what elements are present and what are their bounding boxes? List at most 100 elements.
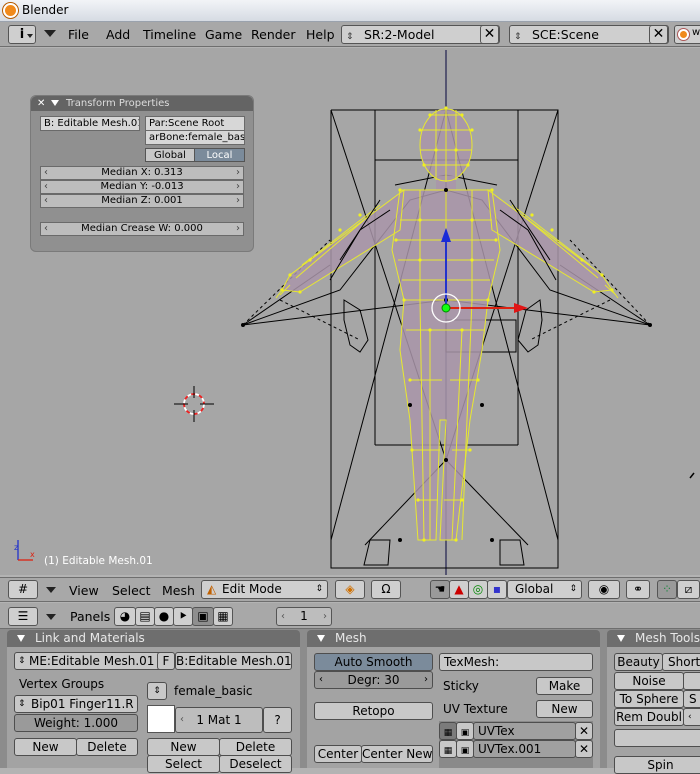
snap-selector[interactable]: ◉	[588, 580, 620, 599]
vgroup-delete-button[interactable]: Delete	[76, 738, 138, 756]
parent-bone-field[interactable]: arBone:female_basic	[145, 130, 245, 145]
menu-help[interactable]: Help	[306, 27, 335, 42]
material-help-button[interactable]: ?	[263, 707, 292, 733]
spin-button[interactable]: Spin	[614, 756, 700, 774]
decrement-arrow-icon[interactable]: ‹	[180, 708, 184, 732]
edge-select-mode[interactable]: ⧄	[677, 580, 700, 599]
center-new-button[interactable]: Center New	[361, 745, 433, 763]
script-context-button[interactable]: ▤	[135, 607, 155, 626]
decrement-arrow-icon[interactable]: ‹	[319, 672, 323, 688]
hide-button[interactable]	[683, 672, 700, 690]
link-toggle[interactable]: ⚭	[626, 580, 650, 599]
collapse-header-icon[interactable]	[46, 587, 56, 593]
material-delete-button[interactable]: Delete	[219, 738, 292, 756]
logic-context-button[interactable]: ◕	[114, 607, 136, 626]
median-y-field[interactable]: Median Y: -0.013	[40, 180, 244, 194]
3d-window-type-button[interactable]: #	[8, 580, 38, 599]
translate-manipulator-toggle[interactable]: ▲	[449, 580, 469, 599]
object-context-button[interactable]: ⯈	[173, 607, 193, 626]
vertex-select-mode[interactable]: ⁘	[657, 580, 677, 599]
decrement-arrow-icon[interactable]: ‹	[281, 608, 285, 625]
menu-timeline[interactable]: Timeline	[143, 27, 196, 42]
object-datablock-field[interactable]: B:Editable Mesh.01	[175, 652, 292, 670]
rem-doubl-button[interactable]: Rem Doubl	[614, 708, 684, 726]
parent-field[interactable]: Par:Scene Root	[145, 116, 245, 131]
rotate-manipulator-toggle[interactable]: ◎	[468, 580, 488, 599]
sticky-make-button[interactable]: Make	[536, 677, 593, 695]
panels-menu[interactable]: Panels	[70, 609, 110, 624]
material-color-swatch[interactable]	[147, 705, 175, 733]
uvtex001-active-toggle[interactable]: ▦	[439, 740, 457, 758]
buttons-window-type-button[interactable]: ☰	[8, 607, 38, 626]
frame-field[interactable]: ‹ 1 ›	[276, 607, 332, 626]
link-materials-panel-header[interactable]: Link and Materials	[7, 630, 300, 647]
menu-select[interactable]: Select	[112, 583, 151, 598]
close-panel-icon[interactable]: ✕	[37, 96, 45, 111]
menu-file[interactable]: File	[68, 27, 89, 42]
weight-slider[interactable]: Weight: 1.000	[14, 714, 138, 732]
uvtex001-name-field[interactable]: UVTex.001	[473, 740, 576, 758]
menu-game[interactable]: Game	[205, 27, 242, 42]
limit-field[interactable]: ‹	[683, 708, 700, 726]
center-button[interactable]: Center	[314, 745, 362, 763]
mode-selector[interactable]: ◭ Edit Mode ⇕	[201, 580, 328, 599]
screen-delete-button[interactable]: ✕	[480, 25, 499, 44]
renderer-selector[interactable]: w	[674, 25, 700, 44]
retopo-toggle[interactable]: Retopo	[314, 702, 433, 720]
beauty-toggle[interactable]: Beauty	[614, 653, 663, 671]
shading-selector[interactable]: ◈	[335, 580, 365, 599]
uvtex-delete-button[interactable]: ✕	[575, 722, 593, 740]
shading-context-button[interactable]: ●	[154, 607, 174, 626]
scene-selector[interactable]: ⇕ SCE:Scene ✕	[509, 25, 669, 44]
unlabeled-tool-button[interactable]	[614, 729, 700, 747]
material-select-button[interactable]: Select	[147, 755, 220, 773]
material-new-button[interactable]: New	[147, 738, 220, 756]
vgroup-new-button[interactable]: New	[14, 738, 77, 756]
global-toggle[interactable]: Global	[145, 148, 195, 162]
degr-field[interactable]: ‹ Degr: 30 ›	[314, 671, 433, 689]
scene-context-button[interactable]: ▦	[213, 607, 233, 626]
uvtex001-delete-button[interactable]: ✕	[575, 740, 593, 758]
collapse-header-icon[interactable]	[46, 614, 56, 620]
median-z-field[interactable]: Median Z: 0.001	[40, 194, 244, 208]
editing-context-button[interactable]: ▣	[192, 607, 214, 626]
increment-arrow-icon[interactable]: ›	[424, 672, 428, 688]
increment-arrow-icon[interactable]: ›	[323, 608, 327, 625]
uvtex-render-toggle[interactable]: ▣	[456, 722, 474, 740]
mesh-panel-header[interactable]: Mesh	[307, 630, 600, 647]
material-slot-field[interactable]: ‹ 1 Mat 1	[175, 707, 263, 733]
mesh-tools-panel-header[interactable]: Mesh Tools	[607, 630, 700, 647]
object-name-field[interactable]: B: Editable Mesh.01	[40, 116, 140, 131]
scale-manipulator-toggle[interactable]: ▪	[487, 580, 507, 599]
menu-add[interactable]: Add	[106, 27, 130, 42]
hand-manipulator-toggle[interactable]: ☚	[430, 580, 450, 599]
short-toggle[interactable]: Short	[662, 653, 700, 671]
collapse-menu-icon[interactable]	[44, 30, 56, 37]
pivot-selector[interactable]: Ω	[371, 580, 401, 599]
local-toggle[interactable]: Local	[194, 148, 245, 162]
menu-mesh[interactable]: Mesh	[162, 583, 195, 598]
uvtex-active-toggle[interactable]: ▦	[439, 722, 457, 740]
scene-delete-button[interactable]: ✕	[649, 25, 668, 44]
uvtex001-render-toggle[interactable]: ▣	[456, 740, 474, 758]
collapse-panel-icon[interactable]	[51, 100, 59, 106]
orientation-selector[interactable]: Global ⇕	[507, 580, 582, 599]
mesh-datablock-field[interactable]: ⇕ ME:Editable Mesh.01	[14, 652, 164, 670]
fake-user-toggle[interactable]: F	[157, 652, 175, 670]
median-crease-field[interactable]: Median Crease W: 0.000	[40, 222, 244, 236]
clipped-button[interactable]: S	[683, 690, 700, 708]
screen-selector[interactable]: ⇕ SR:2-Model ✕	[341, 25, 500, 44]
uv-new-button[interactable]: New	[536, 700, 593, 718]
to-sphere-button[interactable]: To Sphere	[614, 690, 684, 708]
texmesh-field[interactable]: TexMesh:	[439, 653, 593, 671]
auto-smooth-toggle[interactable]: Auto Smooth	[314, 653, 433, 671]
vertex-group-selector[interactable]: ⇕ Bip01 Finger11.R	[14, 695, 138, 713]
noise-button[interactable]: Noise	[614, 672, 684, 690]
menu-view[interactable]: View	[69, 583, 99, 598]
uvtex-name-field[interactable]: UVTex	[473, 722, 576, 740]
median-x-field[interactable]: Median X: 0.313	[40, 166, 244, 180]
menu-render[interactable]: Render	[251, 27, 296, 42]
material-browse-button[interactable]: ⇕	[147, 682, 167, 700]
material-deselect-button[interactable]: Deselect	[219, 755, 292, 773]
3d-viewport[interactable]: z x ✕ Transform Properties B: Editable M…	[0, 48, 700, 575]
